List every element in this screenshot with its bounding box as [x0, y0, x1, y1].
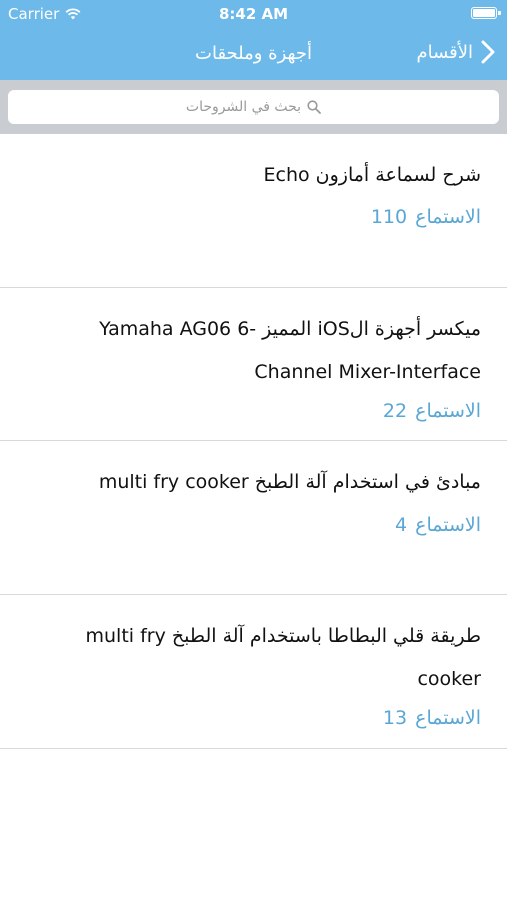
listen-count-value: 110 — [370, 206, 408, 228]
tutorial-list: شرح لسماعة أمازون Echo الاستماع 110 ميكسر… — [0, 134, 507, 749]
listen-count-label: الاستماع — [415, 514, 481, 536]
search-placeholder: بحث في الشروحات — [185, 99, 302, 115]
listen-count: الاستماع 13 — [383, 707, 481, 729]
listen-count-value: 13 — [382, 707, 408, 729]
list-item[interactable]: مبادئ في استخدام آلة الطبخ multi fry coo… — [0, 441, 507, 595]
listen-count-label: الاستماع — [415, 707, 481, 729]
back-button-label: الأقسام — [416, 41, 473, 63]
listen-count-label: الاستماع — [415, 400, 481, 422]
back-button[interactable]: الأقسام — [416, 40, 495, 64]
chevron-right-icon — [481, 40, 495, 64]
status-bar: Carrier 8:42 AM — [0, 0, 507, 30]
list-item-title: مبادئ في استخدام آلة الطبخ multi fry coo… — [98, 471, 481, 493]
search-input[interactable]: بحث في الشروحات — [8, 90, 499, 124]
list-item[interactable]: شرح لسماعة أمازون Echo الاستماع 110 — [0, 134, 507, 288]
listen-count: الاستماع 22 — [383, 400, 481, 422]
list-item-title: ميكسر أجهزة الiOS المميز -Yamaha AG06 6 … — [99, 318, 481, 383]
list-item[interactable]: ميكسر أجهزة الiOS المميز -Yamaha AG06 6 … — [0, 288, 507, 441]
listen-count-value: 4 — [395, 514, 408, 536]
listen-count: الاستماع 4 — [395, 514, 481, 536]
listen-count-label: الاستماع — [415, 206, 481, 228]
navigation-bar: أجهزة وملحقات الأقسام — [0, 30, 507, 80]
search-bar: بحث في الشروحات — [0, 80, 507, 134]
list-item-title: طريقة قلي البطاطا باستخدام آلة الطبخ mul… — [85, 625, 482, 690]
search-icon — [307, 100, 321, 114]
list-item[interactable]: طريقة قلي البطاطا باستخدام آلة الطبخ mul… — [0, 595, 507, 749]
status-time: 8:42 AM — [218, 5, 289, 23]
battery-icon — [471, 7, 501, 19]
listen-count: الاستماع 110 — [371, 206, 481, 228]
list-item-title: شرح لسماعة أمازون Echo — [263, 164, 482, 186]
listen-count-value: 22 — [382, 400, 408, 422]
